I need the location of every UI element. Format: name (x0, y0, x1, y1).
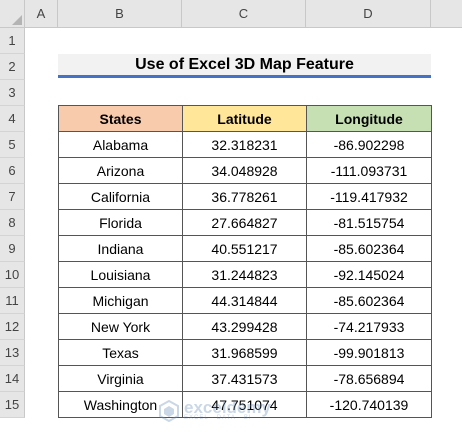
longitude-cell[interactable]: -120.740139 (306, 391, 432, 418)
longitude-cell[interactable]: -85.602364 (306, 287, 432, 314)
state-cell[interactable]: New York (58, 313, 183, 340)
table-row: Washington 47.751074 -120.740139 (58, 391, 432, 418)
state-cell[interactable]: Virginia (58, 365, 183, 392)
header-longitude[interactable]: Longitude (306, 105, 432, 132)
table-row: Alabama 32.318231 -86.902298 (58, 131, 432, 158)
select-all-triangle-icon (12, 15, 22, 25)
row-header-3[interactable]: 3 (0, 80, 25, 106)
table-row: Florida 27.664827 -81.515754 (58, 209, 432, 236)
row-header-8[interactable]: 8 (0, 210, 25, 236)
sheet-title: Use of Excel 3D Map Feature (58, 54, 431, 78)
column-header-d[interactable]: D (306, 0, 431, 28)
state-cell[interactable]: Arizona (58, 157, 183, 184)
row-header-1[interactable]: 1 (0, 28, 25, 54)
table-row: Arizona 34.048928 -111.093731 (58, 157, 432, 184)
row-header-15[interactable]: 15 (0, 392, 25, 418)
longitude-cell[interactable]: -85.602364 (306, 235, 432, 262)
column-header-a[interactable]: A (25, 0, 58, 28)
longitude-cell[interactable]: -111.093731 (306, 157, 432, 184)
latitude-cell[interactable]: 43.299428 (182, 313, 307, 340)
column-header-c[interactable]: C (182, 0, 306, 28)
latitude-cell[interactable]: 31.968599 (182, 339, 307, 366)
header-states[interactable]: States (58, 105, 183, 132)
latitude-cell[interactable]: 44.314844 (182, 287, 307, 314)
latitude-cell[interactable]: 27.664827 (182, 209, 307, 236)
table-body: Alabama 32.318231 -86.902298 Arizona 34.0489… (58, 131, 432, 418)
state-cell[interactable]: California (58, 183, 183, 210)
table-row: Virginia 37.431573 -78.656894 (58, 365, 432, 392)
header-latitude[interactable]: Latitude (182, 105, 307, 132)
state-cell[interactable]: Louisiana (58, 261, 183, 288)
row-header-4[interactable]: 4 (0, 106, 25, 132)
state-cell[interactable]: Texas (58, 339, 183, 366)
states-coordinates-table: States Latitude Longitude Alabama 32.3182… (58, 105, 432, 418)
latitude-cell[interactable]: 47.751074 (182, 391, 307, 418)
latitude-cell[interactable]: 32.318231 (182, 131, 307, 158)
row-header-7[interactable]: 7 (0, 184, 25, 210)
table-row: California 36.778261 -119.417932 (58, 183, 432, 210)
row-header-12[interactable]: 12 (0, 314, 25, 340)
latitude-cell[interactable]: 31.244823 (182, 261, 307, 288)
row-header-5[interactable]: 5 (0, 132, 25, 158)
table-row: Michigan 44.314844 -85.602364 (58, 287, 432, 314)
table-row: Texas 31.968599 -99.901813 (58, 339, 432, 366)
longitude-cell[interactable]: -92.145024 (306, 261, 432, 288)
state-cell[interactable]: Alabama (58, 131, 183, 158)
row-header-9[interactable]: 9 (0, 236, 25, 262)
longitude-cell[interactable]: -86.902298 (306, 131, 432, 158)
latitude-cell[interactable]: 40.551217 (182, 235, 307, 262)
row-header-11[interactable]: 11 (0, 288, 25, 314)
longitude-cell[interactable]: -119.417932 (306, 183, 432, 210)
table-row: Louisiana 31.244823 -92.145024 (58, 261, 432, 288)
longitude-cell[interactable]: -81.515754 (306, 209, 432, 236)
longitude-cell[interactable]: -78.656894 (306, 365, 432, 392)
state-cell[interactable]: Washington (58, 391, 183, 418)
latitude-cell[interactable]: 36.778261 (182, 183, 307, 210)
state-cell[interactable]: Florida (58, 209, 183, 236)
table-row: New York 43.299428 -74.217933 (58, 313, 432, 340)
column-header-e-partial[interactable] (431, 0, 462, 28)
row-header-13[interactable]: 13 (0, 340, 25, 366)
row-header-2[interactable]: 2 (0, 54, 25, 80)
latitude-cell[interactable]: 37.431573 (182, 365, 307, 392)
table-header-row: States Latitude Longitude (58, 105, 432, 132)
row-header-14[interactable]: 14 (0, 366, 25, 392)
state-cell[interactable]: Indiana (58, 235, 183, 262)
table-row: Indiana 40.551217 -85.602364 (58, 235, 432, 262)
row-header-6[interactable]: 6 (0, 158, 25, 184)
longitude-cell[interactable]: -99.901813 (306, 339, 432, 366)
row-header-10[interactable]: 10 (0, 262, 25, 288)
select-all-corner[interactable] (0, 0, 25, 28)
column-header-b[interactable]: B (58, 0, 182, 28)
longitude-cell[interactable]: -74.217933 (306, 313, 432, 340)
state-cell[interactable]: Michigan (58, 287, 183, 314)
latitude-cell[interactable]: 34.048928 (182, 157, 307, 184)
